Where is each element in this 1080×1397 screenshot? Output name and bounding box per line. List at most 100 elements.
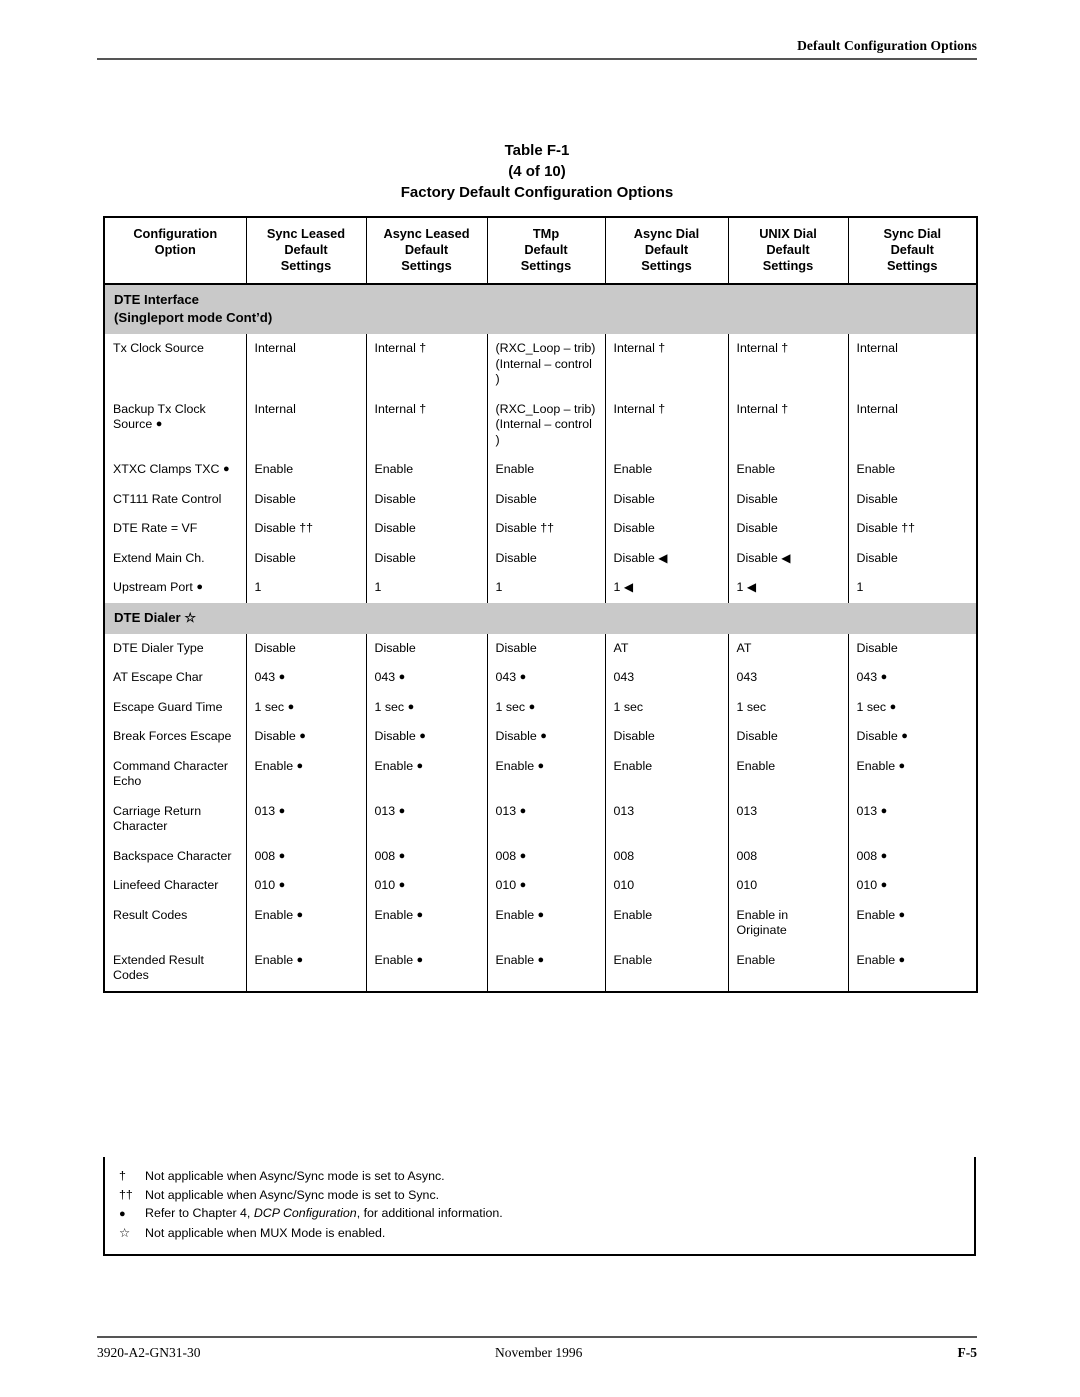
setting-value-cell: Disable xyxy=(847,633,978,663)
setting-value-cell: Disable ◀ xyxy=(727,543,849,573)
bullet-note-icon: ● xyxy=(416,953,424,966)
setting-value-cell: Disable xyxy=(365,484,488,514)
running-header-text: Default Configuration Options xyxy=(797,38,977,53)
table-row: Command Character Echo Enable ● Enable ● En… xyxy=(103,751,978,797)
setting-value-cell: Disable xyxy=(604,514,729,544)
setting-value-cell: 008 ● xyxy=(486,841,606,871)
footnote-text: Not applicable when Async/Sync mode is s… xyxy=(145,1169,445,1183)
setting-value-cell: Enable xyxy=(727,751,849,797)
table-row: Escape Guard Time 1 sec ● 1 sec ● 1 sec ● 1 … xyxy=(103,692,978,722)
bullet-note-icon: ● xyxy=(419,730,426,742)
bullet-note-icon: ● xyxy=(528,700,536,713)
setting-value-cell: Enable ● xyxy=(365,945,488,993)
setting-value-cell: 1 xyxy=(365,573,488,603)
table-row: Result Codes Enable ● Enable ● Enable ● Enab… xyxy=(103,900,978,946)
setting-value-cell: Enable ● xyxy=(245,751,367,797)
setting-value-cell: Enable xyxy=(604,900,729,946)
table-body: DTE Interface (Singleport mode Cont’d) Tx … xyxy=(103,284,978,993)
setting-value-cell: Enable xyxy=(604,455,729,485)
footnote-marker-icon: †† xyxy=(119,1187,133,1202)
setting-value-cell: 008 xyxy=(727,841,849,871)
column-header-line-1: Default xyxy=(890,242,934,257)
footnote-marker-icon: ☆ xyxy=(119,1225,131,1240)
configuration-options-table: Configuration Option Sync Leased Default Set… xyxy=(103,216,978,993)
open-star-note-icon: ☆ xyxy=(184,609,197,625)
bullet-note-icon: ● xyxy=(880,804,888,817)
setting-value-cell: 1 ◀ xyxy=(604,573,729,603)
setting-value-cell: 010 ● xyxy=(486,871,606,901)
setting-value-cell: Disable xyxy=(727,514,849,544)
table-row: Extended Result Codes Enable ● Enable ● Ena… xyxy=(103,945,978,993)
setting-value-cell: 043 ● xyxy=(847,663,978,693)
setting-value-cell: Disable xyxy=(365,633,488,663)
setting-value-cell: Disable †† xyxy=(847,514,978,544)
configuration-option-cell: Tx Clock Source xyxy=(103,334,247,395)
configuration-option-cell: Extend Main Ch. xyxy=(103,543,247,573)
bullet-note-icon: ● xyxy=(296,759,304,772)
setting-value-cell: Disable xyxy=(604,722,729,752)
column-header-line-2: Settings xyxy=(641,258,692,273)
bullet-note-icon: ● xyxy=(398,804,406,817)
table-row: Linefeed Character 010 ● 010 ● 010 ● 010 010 0… xyxy=(103,871,978,901)
setting-value-cell: Enable xyxy=(727,455,849,485)
footnote-line: † Not applicable when Async/Sync mode is … xyxy=(119,1167,964,1186)
setting-value-cell: Enable xyxy=(486,455,606,485)
table-row: AT Escape Char 043 ● 043 ● 043 ● 043 043 043 ● xyxy=(103,663,978,693)
setting-value-cell: (RXC_Loop – trib) (Internal – control ) xyxy=(486,334,606,395)
table-row: XTXC Clamps TXC ● Enable Enable Enable Enabl… xyxy=(103,455,978,485)
table-column-header-5: UNIX Dial Default Settings xyxy=(727,216,849,285)
setting-value-cell: 013 ● xyxy=(365,796,488,842)
bullet-note-icon: ● xyxy=(222,463,230,475)
setting-value-cell: Internal † xyxy=(727,394,849,455)
setting-value-cell: Internal † xyxy=(604,394,729,455)
configuration-option-cell: Backspace Character xyxy=(103,841,247,871)
setting-value-cell: Disable ● xyxy=(245,722,367,752)
setting-value-cell: 1 sec xyxy=(727,692,849,722)
setting-value-cell: Internal † xyxy=(604,334,729,395)
bullet-note-icon: ● xyxy=(519,671,527,683)
configuration-option-cell: Linefeed Character xyxy=(103,871,247,901)
footnote-text: Not applicable when MUX Mode is enabled. xyxy=(145,1225,386,1240)
bullet-note-icon: ● xyxy=(398,879,406,891)
setting-value-cell: Disable xyxy=(604,484,729,514)
bullet-note-icon: ● xyxy=(880,849,888,862)
configuration-option-cell: Extended Result Codes xyxy=(103,945,247,993)
bullet-note-icon: ● xyxy=(519,804,527,817)
footnote-marker-icon: ● xyxy=(119,1208,126,1220)
bullet-note-icon: ● xyxy=(296,953,304,966)
setting-value-cell: Enable ● xyxy=(486,900,606,946)
setting-value-cell: Enable in Originate xyxy=(727,900,849,946)
table-row: Backspace Character 008 ● 008 ● 008 ● 008 008… xyxy=(103,841,978,871)
column-header-line-0: Configuration xyxy=(133,226,218,241)
setting-value-cell: 043 ● xyxy=(365,663,488,693)
left-triangle-note-icon: ◀ xyxy=(781,550,791,565)
column-header-line-1: Default xyxy=(766,242,810,257)
configuration-option-cell: DTE Rate = VF xyxy=(103,514,247,544)
bullet-note-icon: ● xyxy=(901,730,908,742)
bullet-note-icon: ● xyxy=(537,953,545,966)
setting-value-cell: 1 sec ● xyxy=(365,692,488,722)
footnote-marker-icon: † xyxy=(119,1169,126,1183)
setting-value-cell: 1 sec ● xyxy=(486,692,606,722)
setting-value-cell: Disable xyxy=(365,514,488,544)
table-row: Upstream Port ● 1 1 1 1 ◀ 1 ◀ 1 xyxy=(103,573,978,603)
footnote-line: †† Not applicable when Async/Sync mode is… xyxy=(119,1186,964,1205)
setting-value-cell: Disable ● xyxy=(365,722,488,752)
setting-value-cell: 008 ● xyxy=(847,841,978,871)
footer-document-number: 3920-A2-GN31-30 xyxy=(97,1345,201,1360)
column-header-line-1: Default xyxy=(284,242,328,257)
setting-value-cell: Enable xyxy=(245,455,367,485)
setting-value-cell: Enable xyxy=(727,945,849,993)
left-triangle-note-icon: ◀ xyxy=(658,550,668,565)
footnote-line: ● Refer to Chapter 4, DCP Configuration, … xyxy=(119,1204,964,1224)
setting-value-cell: (RXC_Loop – trib) (Internal – control ) xyxy=(486,394,606,455)
configuration-option-cell: Command Character Echo xyxy=(103,751,247,797)
table-column-header-3: TMp Default Settings xyxy=(486,216,606,285)
setting-value-cell: 008 ● xyxy=(245,841,367,871)
setting-value-cell: 013 xyxy=(727,796,849,842)
setting-value-cell: Enable ● xyxy=(245,945,367,993)
footer-rule xyxy=(97,1336,977,1338)
setting-value-cell: Disable xyxy=(847,484,978,514)
setting-value-cell: Internal xyxy=(245,334,367,395)
setting-value-cell: 008 ● xyxy=(365,841,488,871)
